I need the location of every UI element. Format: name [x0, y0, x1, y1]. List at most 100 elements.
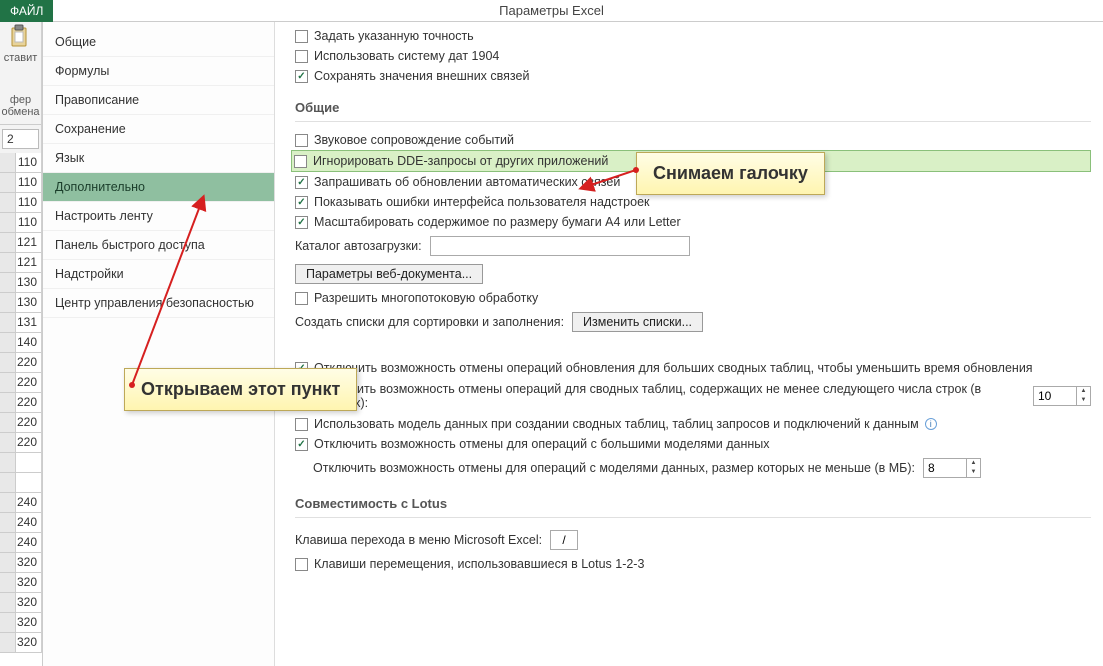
cell[interactable]: 131 [16, 313, 41, 332]
sidebar-item-5[interactable]: Дополнительно [43, 173, 274, 202]
autoload-catalog-label: Каталог автозагрузки: [295, 239, 422, 253]
lotus-menu-key-input[interactable] [550, 530, 578, 550]
checkbox[interactable] [295, 418, 308, 431]
info-icon[interactable]: i [925, 418, 937, 430]
group-header-lotus: Совместимость с Lotus [295, 488, 1091, 518]
cell[interactable]: 220 [16, 433, 41, 452]
cell[interactable]: 240 [16, 493, 41, 512]
checkbox[interactable] [295, 134, 308, 147]
checkbox[interactable] [295, 216, 308, 229]
spin-up-icon[interactable]: ▲ [1077, 387, 1090, 396]
cell[interactable] [16, 473, 41, 492]
file-tab[interactable]: ФАЙЛ [0, 0, 53, 22]
sidebar-item-2[interactable]: Правописание [43, 86, 274, 115]
sidebar-item-0[interactable]: Общие [43, 28, 274, 57]
checkbox[interactable] [295, 558, 308, 571]
row-header[interactable]: 110 [0, 153, 41, 173]
cell[interactable]: 320 [16, 553, 41, 572]
pivot-undo-rows-spinner[interactable]: ▲▼ [1033, 386, 1091, 406]
row-header[interactable]: 220 [0, 353, 41, 373]
row-header[interactable]: 121 [0, 253, 41, 273]
row-header[interactable]: 110 [0, 213, 41, 233]
cell[interactable]: 220 [16, 393, 41, 412]
cell[interactable]: 320 [16, 633, 41, 652]
checkbox[interactable] [295, 50, 308, 63]
spin-down-icon[interactable]: ▼ [967, 468, 980, 477]
cell[interactable]: 320 [16, 593, 41, 612]
cell[interactable]: 110 [16, 173, 41, 192]
checkbox[interactable] [294, 155, 307, 168]
clipboard-group-label: фер обмена [0, 92, 41, 125]
model-undo-mb-spinner[interactable]: ▲▼ [923, 458, 981, 478]
cell[interactable]: 320 [16, 573, 41, 592]
sidebar-item-7[interactable]: Панель быстрого доступа [43, 231, 274, 260]
row-header[interactable]: 220 [0, 393, 41, 413]
web-document-params-button[interactable]: Параметры веб-документа... [295, 264, 483, 284]
cell[interactable] [16, 453, 41, 472]
callout-open: Открываем этот пункт [124, 368, 357, 411]
row-header[interactable]: 320 [0, 613, 41, 633]
cell[interactable]: 140 [16, 333, 41, 352]
sidebar-item-9[interactable]: Центр управления безопасностью [43, 289, 274, 318]
checkbox[interactable] [295, 292, 308, 305]
sidebar-item-6[interactable]: Настроить ленту [43, 202, 274, 231]
cell[interactable]: 130 [16, 273, 41, 292]
row-header[interactable]: 240 [0, 493, 41, 513]
row-header[interactable]: 130 [0, 273, 41, 293]
cell[interactable]: 110 [16, 213, 41, 232]
options-sidebar: ОбщиеФормулыПравописаниеСохранениеЯзыкДо… [43, 22, 275, 666]
row-header[interactable] [0, 453, 41, 473]
row-header[interactable] [0, 473, 41, 493]
row-header[interactable]: 320 [0, 593, 41, 613]
row-header[interactable]: 320 [0, 633, 41, 653]
cell[interactable]: 220 [16, 353, 41, 372]
row-header[interactable]: 320 [0, 573, 41, 593]
row-header[interactable]: 121 [0, 233, 41, 253]
checkbox[interactable] [295, 196, 308, 209]
row-header[interactable]: 130 [0, 293, 41, 313]
cell[interactable]: 121 [16, 253, 41, 272]
spin-input[interactable] [924, 459, 966, 477]
row-header[interactable]: 140 [0, 333, 41, 353]
cell[interactable]: 320 [16, 613, 41, 632]
cell[interactable]: 220 [16, 413, 41, 432]
row-header[interactable]: 220 [0, 373, 41, 393]
spin-input[interactable] [1034, 387, 1076, 405]
excel-ribbon-sidebar: ставит фер обмена 2 11011011011012112113… [0, 22, 42, 653]
cell[interactable]: 110 [16, 153, 41, 172]
row-header[interactable]: 220 [0, 413, 41, 433]
sidebar-item-4[interactable]: Язык [43, 144, 274, 173]
row-header[interactable]: 320 [0, 553, 41, 573]
row-header[interactable]: 131 [0, 313, 41, 333]
custom-lists-label: Создать списки для сортировки и заполнен… [295, 315, 564, 329]
cell[interactable]: 121 [16, 233, 41, 252]
spin-up-icon[interactable]: ▲ [967, 459, 980, 468]
sidebar-item-1[interactable]: Формулы [43, 57, 274, 86]
row-header[interactable]: 220 [0, 433, 41, 453]
autoload-catalog-input[interactable] [430, 236, 690, 256]
option-label: Игнорировать DDE-запросы от других прило… [313, 154, 608, 168]
cell[interactable]: 240 [16, 533, 41, 552]
cell[interactable]: 130 [16, 293, 41, 312]
checkbox[interactable] [295, 438, 308, 451]
edit-lists-button[interactable]: Изменить списки... [572, 312, 703, 332]
sidebar-item-8[interactable]: Надстройки [43, 260, 274, 289]
checkbox[interactable] [295, 30, 308, 43]
row-header[interactable]: 240 [0, 513, 41, 533]
spin-down-icon[interactable]: ▼ [1077, 396, 1090, 405]
cell[interactable]: 110 [16, 193, 41, 212]
option-label: Показывать ошибки интерфейса пользовател… [314, 195, 650, 209]
checkbox[interactable] [295, 70, 308, 83]
row-header[interactable]: 110 [0, 173, 41, 193]
option-label: Отключить возможность отмены для операци… [313, 461, 915, 475]
sidebar-item-3[interactable]: Сохранение [43, 115, 274, 144]
cell[interactable]: 240 [16, 513, 41, 532]
cell[interactable]: 220 [16, 373, 41, 392]
row-header[interactable]: 110 [0, 193, 41, 213]
checkbox[interactable] [295, 176, 308, 189]
lotus-menu-key-label: Клавиша перехода в меню Microsoft Excel: [295, 533, 542, 547]
paste-button[interactable]: ставит [0, 22, 41, 92]
name-box[interactable]: 2 [2, 129, 39, 149]
dialog-title: Параметры Excel [499, 3, 604, 18]
row-header[interactable]: 240 [0, 533, 41, 553]
